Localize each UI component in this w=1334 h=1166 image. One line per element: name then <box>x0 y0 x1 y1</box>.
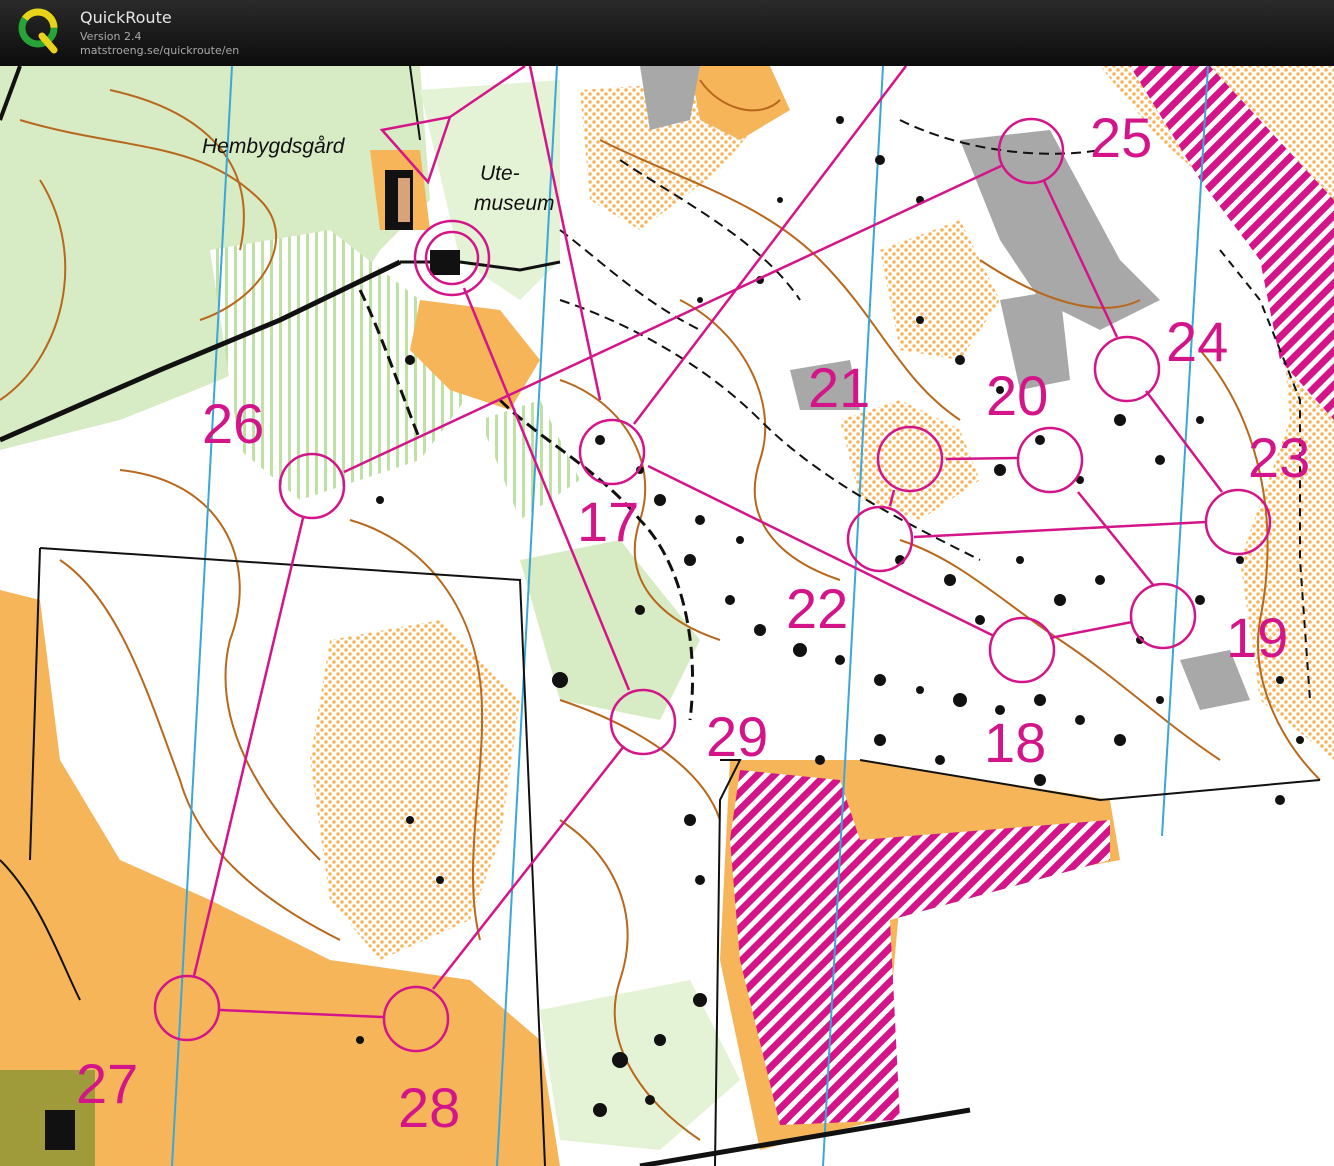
label-hembygdsgard: Hembygdsgård <box>202 135 346 158</box>
title-bar: QuickRoute Version 2.4 matstroeng.se/qui… <box>0 0 1334 67</box>
control-number-29: 29 <box>706 705 768 768</box>
label-museum: museum <box>474 192 555 215</box>
control-number-27: 27 <box>76 1052 138 1115</box>
control-number-20: 20 <box>986 364 1048 427</box>
control-number-23: 23 <box>1248 426 1310 489</box>
control-number-18: 18 <box>984 711 1046 774</box>
app-url: matstroeng.se/quickroute/en <box>80 44 240 57</box>
control-number-28: 28 <box>398 1076 460 1139</box>
building <box>45 1110 75 1150</box>
quickroute-logo-icon <box>18 8 58 54</box>
control-number-21: 21 <box>808 356 870 419</box>
orienteering-map[interactable]: Hembygdsgård Ute- museum 17 18 19 20 21 … <box>0 66 1334 1166</box>
label-ute: Ute- <box>480 162 520 185</box>
control-number-19: 19 <box>1226 606 1288 669</box>
control-number-17: 17 <box>577 490 639 553</box>
control-number-24: 24 <box>1166 310 1228 373</box>
control-number-22: 22 <box>786 577 848 640</box>
leg-20-21 <box>945 456 1019 461</box>
control-number-26: 26 <box>202 392 264 455</box>
control-number-25: 25 <box>1090 106 1152 169</box>
map-canvas[interactable]: Hembygdsgård Ute- museum 17 18 19 20 21 … <box>0 66 1334 1166</box>
app-version: Version 2.4 <box>80 30 142 43</box>
app-title: QuickRoute <box>80 8 172 27</box>
building <box>398 178 410 222</box>
